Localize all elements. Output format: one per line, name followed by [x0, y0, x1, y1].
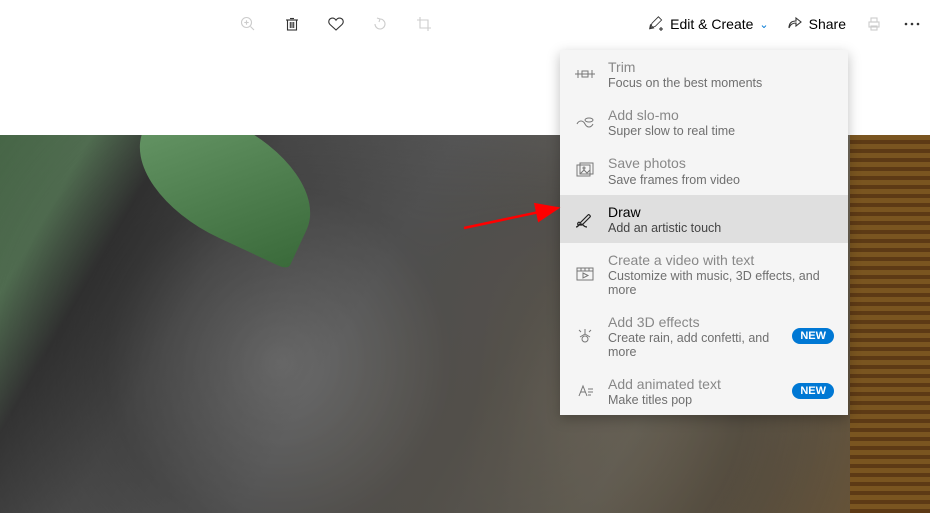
menu-item-savephotos[interactable]: Save photos Save frames from video	[560, 146, 848, 194]
menu-sub: Add an artistic touch	[608, 221, 834, 235]
edit-create-button[interactable]: Edit & Create ⌄	[648, 16, 768, 32]
edit-create-icon	[648, 16, 664, 32]
rotate-icon	[370, 14, 390, 34]
menu-item-draw[interactable]: Draw Add an artistic touch	[560, 195, 848, 243]
savephotos-icon	[574, 159, 596, 181]
delete-icon[interactable]	[282, 14, 302, 34]
menu-sub: Super slow to real time	[608, 124, 834, 138]
menu-title: Add animated text	[608, 375, 780, 393]
edit-create-menu: Trim Focus on the best moments Add slo-m…	[560, 50, 848, 415]
menu-item-animatedtext[interactable]: Add animated text Make titles pop NEW	[560, 367, 848, 415]
chevron-down-icon: ⌄	[759, 18, 768, 31]
crop-icon	[414, 14, 434, 34]
image-content-bark	[850, 135, 930, 513]
toolbar: Edit & Create ⌄ Share	[0, 0, 930, 48]
menu-title: Draw	[608, 203, 834, 221]
menu-item-3deffects[interactable]: Add 3D effects Create rain, add confetti…	[560, 305, 848, 367]
new-badge: NEW	[792, 383, 834, 399]
createvideo-icon	[574, 263, 596, 285]
menu-title: Add slo-mo	[608, 106, 834, 124]
share-button[interactable]: Share	[787, 16, 846, 32]
menu-item-createvideo[interactable]: Create a video with text Customize with …	[560, 243, 848, 305]
menu-sub: Make titles pop	[608, 393, 780, 407]
menu-sub: Customize with music, 3D effects, and mo…	[608, 269, 834, 297]
menu-sub: Focus on the best moments	[608, 76, 834, 90]
print-icon	[864, 14, 884, 34]
toolbar-left	[238, 14, 434, 34]
slomo-icon	[574, 111, 596, 133]
menu-item-slomo[interactable]: Add slo-mo Super slow to real time	[560, 98, 848, 146]
share-label: Share	[809, 16, 846, 32]
animatedtext-icon	[574, 380, 596, 402]
toolbar-right: Edit & Create ⌄ Share	[648, 14, 922, 34]
3deffects-icon	[574, 325, 596, 347]
draw-icon	[574, 208, 596, 230]
edit-create-label: Edit & Create	[670, 16, 753, 32]
zoom-icon	[238, 14, 258, 34]
menu-item-trim[interactable]: Trim Focus on the best moments	[560, 50, 848, 98]
share-icon	[787, 16, 803, 32]
menu-title: Trim	[608, 58, 834, 76]
menu-sub: Save frames from video	[608, 173, 834, 187]
more-icon[interactable]	[902, 14, 922, 34]
menu-sub: Create rain, add confetti, and more	[608, 331, 780, 359]
trim-icon	[574, 63, 596, 85]
menu-title: Save photos	[608, 154, 834, 172]
favorite-icon[interactable]	[326, 14, 346, 34]
menu-title: Create a video with text	[608, 251, 834, 269]
new-badge: NEW	[792, 328, 834, 344]
menu-title: Add 3D effects	[608, 313, 780, 331]
